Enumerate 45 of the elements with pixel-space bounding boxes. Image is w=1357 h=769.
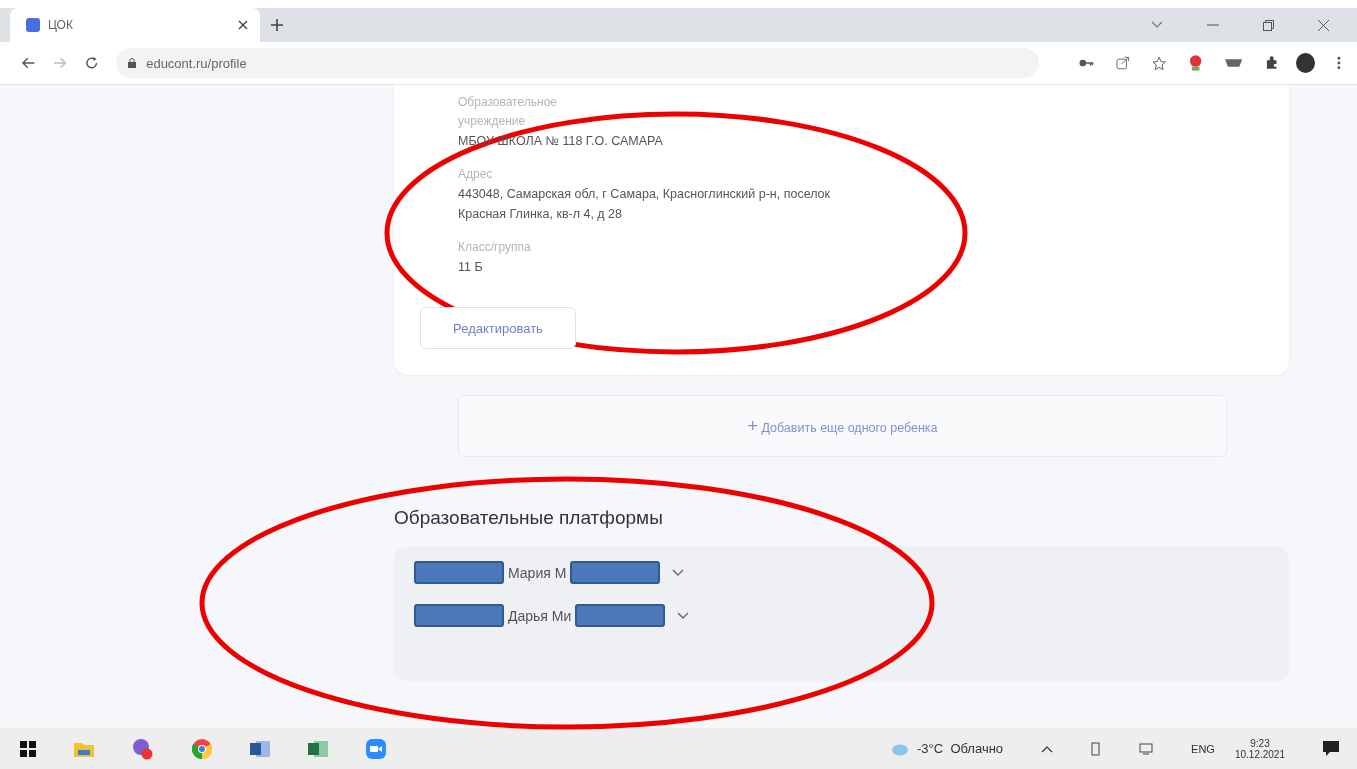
close-tab-icon[interactable] (238, 20, 248, 30)
person-dropdown[interactable]: Дарья Ми (414, 604, 1269, 627)
section-title: Образовательные платформы (394, 507, 664, 529)
notification-icon[interactable] (1323, 740, 1341, 757)
chevron-icon[interactable] (677, 611, 690, 620)
edit-button[interactable]: Редактировать (420, 307, 576, 349)
star-icon[interactable] (1151, 55, 1167, 71)
share-icon[interactable] (1116, 56, 1130, 70)
field-value: 443048, Самарская обл, г Самара, Красноглинский р-н, поселок Красная Глинка, кв-л 4, д 28 (458, 186, 832, 223)
key-icon[interactable] (1079, 58, 1095, 68)
extension-icon[interactable] (1225, 59, 1243, 67)
chevron-down-icon[interactable] (1151, 21, 1163, 29)
menu-icon[interactable] (1337, 56, 1341, 70)
address-field[interactable]: educont.ru/profile (116, 48, 1040, 78)
browser-tab[interactable]: ЦОК (10, 8, 260, 42)
windows-icon[interactable] (20, 740, 36, 757)
puzzle-icon[interactable] (1264, 56, 1279, 70)
new-tab-icon[interactable] (270, 18, 284, 32)
avatar-icon[interactable] (1296, 53, 1316, 73)
extension-icon[interactable] (1188, 54, 1204, 72)
device-icon[interactable] (1091, 741, 1102, 756)
clock-time[interactable]: 9:23 (1250, 737, 1270, 749)
restore-icon[interactable] (1263, 19, 1274, 31)
word-app-icon[interactable] (250, 739, 270, 758)
chevron-icon[interactable] (672, 568, 685, 577)
field-label: Адрес (458, 166, 494, 183)
browser-app-icon[interactable] (192, 738, 212, 759)
video-app-icon[interactable] (366, 738, 386, 759)
language-indicator[interactable]: ENG (1191, 742, 1215, 755)
reload-icon[interactable] (84, 56, 99, 70)
field-value: 11 Б (458, 259, 484, 276)
person-dropdown[interactable]: Мария М (414, 561, 1269, 584)
monitor-icon[interactable] (1139, 742, 1154, 755)
favicon-icon (26, 18, 40, 32)
chevron-up-icon[interactable] (1041, 744, 1054, 753)
chat-app-icon[interactable] (132, 737, 154, 760)
lock-icon (128, 58, 137, 68)
excel-app-icon[interactable] (308, 739, 328, 758)
field-label: Образовательное учреждение (458, 94, 558, 130)
close-icon[interactable] (1318, 19, 1329, 31)
folder-icon[interactable] (74, 740, 94, 757)
field-label: Класс/группа (458, 239, 532, 256)
clock-date[interactable]: 10.12.2021 (1234, 748, 1285, 760)
weather-text[interactable]: -3°C Облачно (917, 741, 1004, 756)
back-icon[interactable] (22, 57, 36, 69)
